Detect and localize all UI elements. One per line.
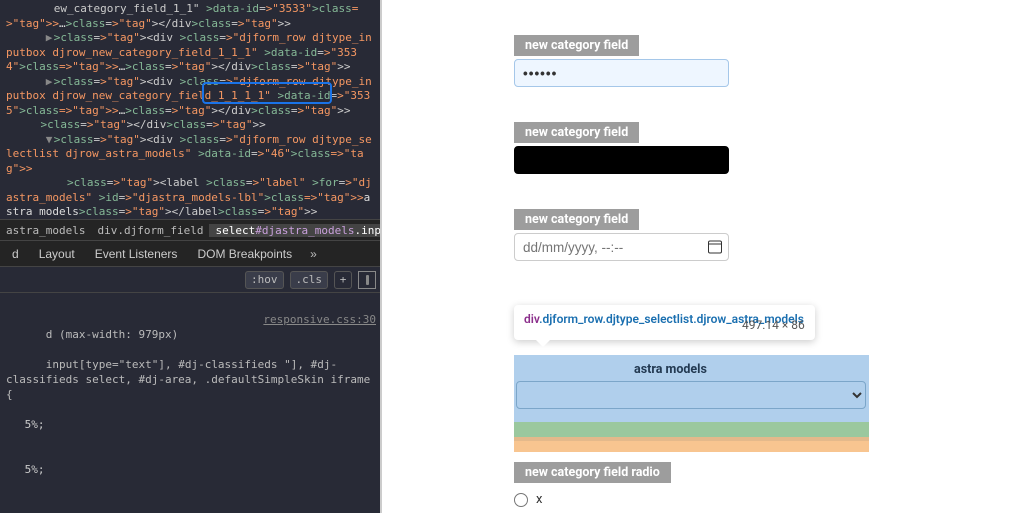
breadcrumb[interactable]: astra_models div.djform_field select#dja…: [0, 219, 382, 241]
radio-option-label: x: [536, 492, 542, 507]
breadcrumb-item[interactable]: select#djastra_models.inputbox: [209, 224, 382, 237]
styles-tabs: d Layout Event Listeners DOM Breakpoints…: [0, 241, 382, 267]
computed-toggle-icon[interactable]: [358, 271, 376, 289]
styles-pane[interactable]: responsive.css:30 d (max-width: 979px) i…: [0, 293, 382, 513]
dom-node[interactable]: ew_category_field_1_1" >data-id=>"3533">…: [0, 2, 382, 31]
css-declaration[interactable]: 5%;: [6, 417, 376, 432]
text-input[interactable]: [514, 146, 729, 174]
tooltip-selector: div.djform_row.djtype_selectlist.djrow_a…: [524, 312, 724, 327]
styles-filter-row: :hov .cls +: [0, 267, 382, 293]
tab-event-listeners[interactable]: Event Listeners: [85, 241, 188, 267]
form-row-password: new category field: [514, 35, 1002, 87]
dom-node[interactable]: ▶>class=>"tag"><div >class=>"djform_row …: [0, 31, 382, 75]
datetime-input[interactable]: [514, 233, 729, 261]
devtools-panel: ew_category_field_1_1" >data-id=>"3533">…: [0, 0, 382, 513]
tab-dom-breakpoints[interactable]: DOM Breakpoints: [187, 241, 302, 267]
tab-styles[interactable]: d: [2, 241, 29, 267]
tab-layout[interactable]: Layout: [29, 241, 85, 267]
dom-node[interactable]: >class=>"tag"></div>class=>"tag">>: [0, 118, 382, 133]
radio-group: x: [514, 492, 869, 507]
hov-toggle[interactable]: :hov: [245, 271, 284, 289]
media-query: d (max-width: 979px): [46, 328, 178, 341]
inspect-tooltip: div.djform_row.djtype_selectlist.djrow_a…: [514, 305, 815, 340]
inspect-highlight-margin: [514, 437, 869, 452]
dom-node[interactable]: ▼>class=>"tag"><div >class=>"djform_row …: [0, 133, 382, 177]
breadcrumb-item[interactable]: div.djform_field: [91, 224, 209, 237]
field-label: new category field radio: [514, 462, 671, 483]
css-declaration[interactable]: 5%;: [6, 462, 376, 477]
style-source-link[interactable]: responsive.css:30: [263, 312, 376, 327]
field-label: new category field: [514, 35, 639, 56]
field-label: new category field: [514, 209, 639, 230]
password-input[interactable]: [514, 59, 729, 87]
calendar-icon[interactable]: [708, 241, 722, 254]
new-style-rule-button[interactable]: +: [334, 271, 352, 289]
form-area: new category field new category field ne…: [514, 0, 1002, 261]
inspect-highlight-padding: [514, 422, 869, 437]
elements-dom-tree[interactable]: ew_category_field_1_1" >data-id=>"3533">…: [0, 0, 382, 219]
radio-option-x[interactable]: [514, 493, 528, 507]
astra-models-select[interactable]: [516, 381, 866, 409]
rendered-page: new category field new category field ne…: [382, 0, 1029, 513]
field-label: new category field: [514, 122, 639, 143]
tabs-overflow-icon[interactable]: »: [302, 247, 325, 261]
css-selector: input[type="text"], #dj-classifieds "], …: [6, 358, 377, 401]
field-label: astra models: [634, 362, 707, 377]
cls-toggle[interactable]: .cls: [290, 271, 329, 289]
dom-node[interactable]: ▶>class=>"tag"><div >class=>"djform_row …: [0, 75, 382, 119]
form-row-text: new category field: [514, 122, 1002, 174]
form-row-datetime: new category field: [514, 209, 1002, 261]
tooltip-dimensions: 497.14 × 86: [742, 312, 805, 332]
breadcrumb-item[interactable]: astra_models: [0, 224, 91, 237]
dom-node[interactable]: >class=>"tag"><label >class=>"label" >fo…: [0, 176, 382, 219]
